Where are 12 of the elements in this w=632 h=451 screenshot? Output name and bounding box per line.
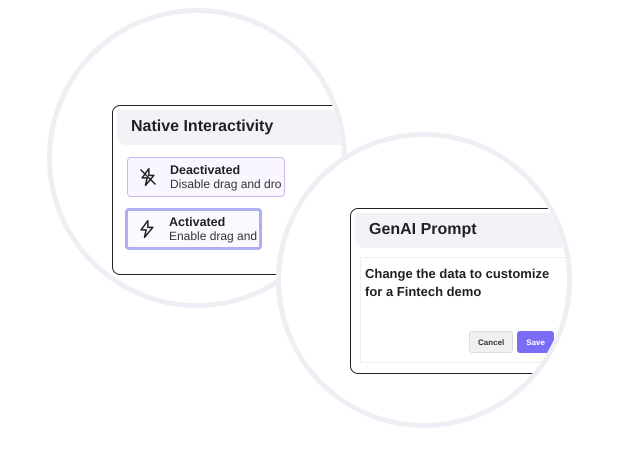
option-description: Enable drag and [169, 229, 258, 243]
bolt-off-icon [138, 167, 158, 187]
option-label: Deactivated [170, 163, 242, 177]
panel-title: Native Interactivity [117, 110, 342, 145]
option-description: Disable drag and dro [170, 177, 282, 191]
save-button[interactable]: Save [517, 331, 554, 353]
prompt-text: Change the data to customize for a Fintech demo [364, 265, 550, 302]
option-card[interactable]: Deactivated Disable drag and dro [127, 157, 286, 197]
option-label: Activated [169, 215, 226, 229]
option-card[interactable]: Activated Enable drag and [125, 208, 262, 250]
prompt-field[interactable]: Change the data to customize for a Fintech demo Cancel Save [360, 257, 567, 363]
cancel-button[interactable]: Cancel [469, 331, 514, 353]
